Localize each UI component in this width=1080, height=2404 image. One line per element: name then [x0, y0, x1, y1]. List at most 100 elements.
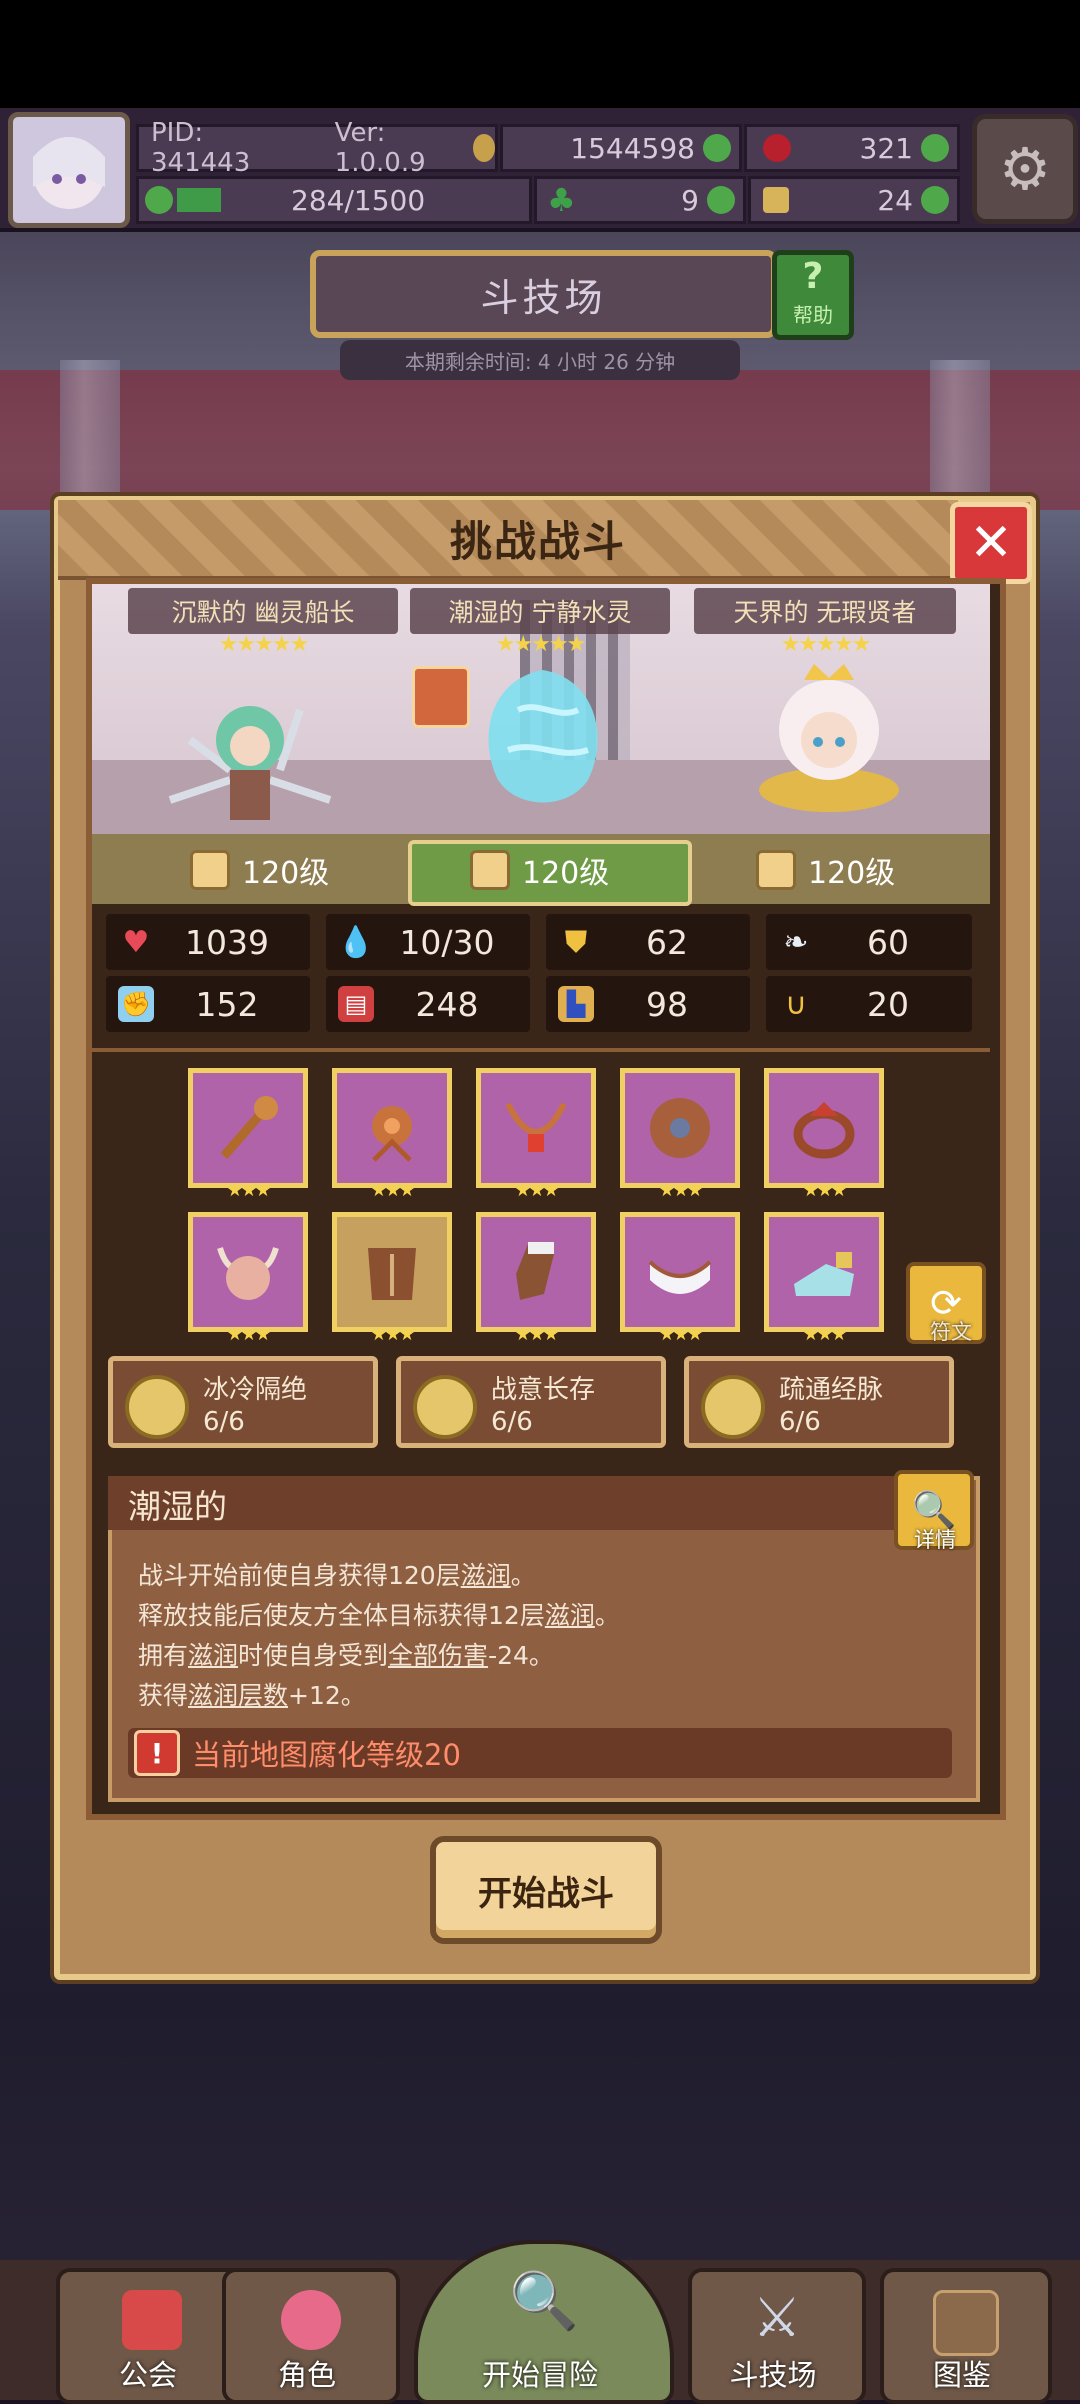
class-icon — [756, 850, 796, 890]
equip-shoes[interactable] — [764, 1212, 884, 1332]
trait-title: 潮湿的 — [128, 1487, 227, 1526]
add-boots-icon[interactable] — [921, 186, 949, 214]
ruby-gem-icon — [763, 134, 791, 162]
add-clover-icon[interactable] — [707, 186, 735, 214]
divider — [92, 1048, 990, 1052]
equip-round-shield-stars: ★★★ — [658, 1180, 703, 1201]
version-text: Ver: 1.0.0.9 — [334, 118, 426, 178]
equip-armor-stars: ★★★ — [370, 1324, 415, 1345]
stamina-bar: 284/1500 — [136, 176, 532, 224]
keyword-moisture-stacks[interactable]: 滋润层数 — [188, 1681, 288, 1710]
stat-hp: ♥ 1039 — [106, 914, 310, 970]
character-portrait-icon — [281, 2290, 341, 2350]
stamina-value: 284/1500 — [291, 183, 426, 217]
round-shield-icon — [650, 1098, 710, 1158]
help-button[interactable]: ? 帮助 — [772, 250, 854, 340]
lock-badge-icon — [412, 666, 470, 728]
stat-moisture: 💧 10/30 — [326, 914, 530, 970]
pid-text: PID: 341443 — [151, 118, 251, 178]
equip-amulet[interactable] — [332, 1068, 452, 1188]
trait-line-4: 获得滋润层数+12。 — [138, 1676, 366, 1712]
boots-value: 24 — [877, 183, 913, 217]
equip-staff-stars: ★★★ — [226, 1180, 271, 1201]
start-battle-button[interactable]: 开始战斗 — [430, 1836, 662, 1944]
equip-amulet-stars: ★★★ — [370, 1180, 415, 1201]
trait-line-2-text: 释放技能后使友方全体目标获得12层 — [138, 1601, 545, 1630]
settings-button[interactable]: ⚙ — [972, 114, 1078, 224]
water-drop-icon: 💧 — [337, 924, 375, 960]
hero-water-spirit-sprite[interactable] — [468, 660, 618, 810]
equip-necklace[interactable] — [476, 1068, 596, 1188]
shield-icon: ⛊ — [564, 924, 588, 960]
stat-magic-value: 248 — [415, 984, 479, 1024]
stamina-fill — [177, 188, 221, 212]
stat-magic: ▤ 248 — [326, 976, 530, 1032]
hero-3-level-text: 120级 — [808, 856, 896, 891]
rune-emblem-icon — [125, 1375, 189, 1439]
hero-ghost-captain-sprite[interactable] — [150, 680, 350, 830]
equip-round-shield[interactable] — [620, 1068, 740, 1188]
close-button[interactable]: ✕ — [950, 502, 1032, 584]
gold-counter: 1544598 — [500, 124, 742, 172]
equip-gloves[interactable] — [476, 1212, 596, 1332]
stat-speed-value: 60 — [867, 922, 909, 962]
gold-coin-icon — [472, 134, 495, 162]
guild-hall-icon — [122, 2290, 182, 2350]
gold-value: 1544598 — [570, 131, 695, 165]
clover-icon: ♣ — [547, 181, 576, 219]
horseshoe-icon: ∪ — [785, 986, 807, 1022]
equip-horned-helmet-stars: ★★★ — [226, 1324, 271, 1345]
bonus-1-name: 冰冷隔绝 — [203, 1375, 308, 1405]
add-gold-icon[interactable] — [703, 134, 731, 162]
hero-2-name: 潮湿的 宁静水灵 — [410, 588, 670, 634]
clover-value: 9 — [681, 183, 699, 217]
trait-line-1-end: 。 — [510, 1561, 536, 1590]
bonus-card-2[interactable]: 战意长存 6/6 — [396, 1356, 666, 1448]
stat-defense-value: 62 — [646, 922, 688, 962]
sword-icon — [190, 850, 230, 890]
bonus-2-count: 6/6 — [491, 1407, 533, 1437]
hero-celestial-sage-sprite[interactable] — [744, 650, 914, 820]
equip-ring[interactable] — [764, 1068, 884, 1188]
keyword-moisture[interactable]: 滋润 — [545, 1601, 595, 1630]
trait-line-3: 拥有滋润时使自身受到全部伤害-24。 — [138, 1636, 554, 1672]
red-curtain — [0, 370, 1080, 510]
staff-icon — [220, 1096, 278, 1159]
bonus-2-name: 战意长存 — [491, 1375, 596, 1405]
amulet-icon — [372, 1106, 412, 1162]
trait-line-3-mid: 时使自身受到 — [238, 1641, 389, 1670]
equip-horned-helmet[interactable] — [188, 1212, 308, 1332]
keyword-moisture[interactable]: 滋润 — [461, 1561, 511, 1590]
bonus-3-count: 6/6 — [779, 1407, 821, 1437]
add-gem-icon[interactable] — [921, 134, 949, 162]
nav-adventure-label: 开始冒险 — [481, 2358, 598, 2392]
avatar-portrait-icon — [33, 137, 105, 209]
hero-2-stars: ★★★★★ — [495, 632, 587, 657]
equip-belt-stars: ★★★ — [658, 1324, 703, 1345]
nav-guild-label: 公会 — [118, 2358, 177, 2392]
close-icon: ✕ — [969, 513, 1013, 573]
wing-icon: ❧ — [783, 924, 809, 960]
equip-armor[interactable] — [332, 1212, 452, 1332]
keyword-moisture[interactable]: 滋润 — [188, 1641, 238, 1670]
nav-codex-label: 图鉴 — [932, 2358, 991, 2392]
player-avatar[interactable] — [8, 112, 130, 228]
hero-1-level: 120级 — [190, 848, 329, 892]
pid-version-row: PID: 341443 Ver: 1.0.0.9 — [136, 118, 498, 178]
crossed-swords-icon: ⚔ — [752, 2286, 802, 2349]
corruption-warning: ! 当前地图腐化等级20 — [128, 1728, 952, 1778]
shoes-icon — [794, 1252, 854, 1296]
magnifier-icon: 🔍 — [509, 2269, 579, 2334]
gem-value: 321 — [859, 131, 913, 165]
equip-ring-stars: ★★★ — [802, 1180, 847, 1201]
codex-book-icon — [933, 2290, 999, 2356]
trait-line-1: 战斗开始前使自身获得120层滋润。 — [138, 1556, 536, 1592]
equip-staff[interactable] — [188, 1068, 308, 1188]
keyword-all-damage[interactable]: 全部伤害 — [388, 1641, 488, 1670]
bonus-card-3[interactable]: 疏通经脉 6/6 — [684, 1356, 954, 1448]
stamina-icon — [145, 186, 173, 214]
equip-belt[interactable] — [620, 1212, 740, 1332]
stat-hp-value: 1039 — [185, 922, 269, 962]
bonus-card-1[interactable]: 冰冷隔绝 6/6 — [108, 1356, 378, 1448]
bonus-3-name: 疏通经脉 — [779, 1375, 884, 1405]
